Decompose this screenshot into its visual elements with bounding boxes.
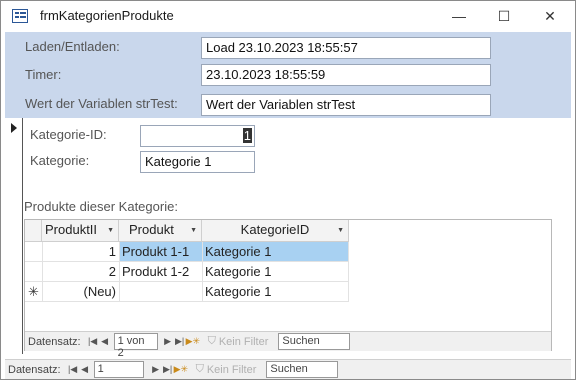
chevron-down-icon: ▼: [337, 227, 344, 234]
title-bar: frmKategorienProdukte — ☐ ✕: [0, 0, 576, 32]
subform-record-number[interactable]: 1 von 2: [113, 333, 158, 359]
filter-icon: ⛉: [195, 363, 204, 375]
table-row[interactable]: 1 Produkt 1-1 Kategorie 1: [25, 242, 349, 262]
produkt-cell[interactable]: [119, 282, 202, 286]
next-record-icon[interactable]: ▶: [150, 364, 162, 375]
kategorieid-cell[interactable]: Kategorie 1: [202, 262, 349, 281]
produktid-cell[interactable]: 2: [42, 262, 119, 281]
close-button[interactable]: ✕: [527, 4, 573, 28]
kategorieid-cell[interactable]: Kategorie 1: [202, 282, 349, 301]
column-header-kategorieid-label: KategorieID: [240, 222, 310, 237]
current-record-arrow-icon: [11, 123, 17, 133]
next-record-icon[interactable]: ▶: [162, 336, 174, 347]
subform-search-input[interactable]: Suchen: [278, 333, 351, 350]
previous-record-icon[interactable]: ◀: [99, 336, 111, 347]
subform-navigation-bar: Datensatz: |◀ ◀ 1 von 2 ▶ ▶| ▶✳ ⛉ Kein F…: [25, 331, 551, 359]
variable-textbox[interactable]: Wert der Variablen strTest: [201, 94, 491, 116]
form-icon: [12, 9, 28, 23]
kategorieid-cell[interactable]: Kategorie 1: [202, 242, 349, 261]
variable-label: Wert der Variablen strTest:: [25, 96, 178, 111]
form-search-input[interactable]: Suchen: [266, 361, 339, 378]
first-record-icon[interactable]: |◀: [67, 364, 79, 375]
category-id-textbox[interactable]: 1: [140, 125, 255, 147]
form-navigation-bar: Datensatz: |◀ ◀ 1 ▶ ▶| ▶✳ ⛉ Kein Filter …: [5, 359, 571, 379]
select-all-corner[interactable]: [25, 220, 42, 242]
maximize-icon: ☐: [497, 7, 511, 24]
new-record-nav-icon[interactable]: ▶✳: [186, 336, 200, 347]
new-record-nav-icon[interactable]: ▶✳: [174, 364, 188, 375]
produktid-cell[interactable]: 1: [42, 242, 119, 261]
filter-icon: ⛉: [207, 335, 216, 347]
last-record-icon[interactable]: ▶|: [162, 364, 174, 375]
form-record-label: Datensatz:: [8, 363, 61, 376]
timer-textbox[interactable]: 23.10.2023 18:55:59: [201, 64, 491, 86]
column-header-produkt-label: Produkt: [129, 222, 174, 237]
chevron-down-icon: ▼: [190, 227, 197, 234]
produkt-cell[interactable]: Produkt 1-2: [119, 262, 202, 281]
load-label: Laden/Entladen:: [25, 39, 120, 54]
column-header-produktid[interactable]: ProduktII ▼: [42, 220, 119, 242]
column-header-produkt[interactable]: Produkt ▼: [119, 220, 202, 242]
category-id-label: Kategorie-ID:: [30, 127, 107, 142]
timer-label: Timer:: [25, 67, 62, 82]
column-header-kategorieid[interactable]: KategorieID ▼: [202, 220, 349, 242]
minimize-button[interactable]: —: [436, 4, 482, 28]
produktid-cell[interactable]: (Neu): [42, 282, 119, 301]
subform-record-label: Datensatz:: [28, 335, 81, 348]
form-filter-status[interactable]: Kein Filter: [207, 364, 257, 376]
subform-label: Produkte dieser Kategorie:: [24, 199, 178, 214]
subform-filter-status[interactable]: Kein Filter: [219, 336, 269, 348]
minimize-icon: —: [452, 8, 466, 24]
maximize-button[interactable]: ☐: [481, 4, 527, 28]
category-id-value: 1: [242, 128, 252, 143]
window-title: frmKategorienProdukte: [40, 8, 174, 23]
chevron-down-icon: ▼: [107, 227, 114, 234]
table-row[interactable]: 2 Produkt 1-2 Kategorie 1: [25, 262, 349, 282]
table-row-new[interactable]: ✳ (Neu) Kategorie 1: [25, 282, 349, 302]
first-record-icon[interactable]: |◀: [87, 336, 99, 347]
products-subform[interactable]: ProduktII ▼ Produkt ▼ KategorieID ▼ 1 Produ…: [24, 219, 552, 359]
record-selector[interactable]: [5, 118, 23, 354]
previous-record-icon[interactable]: ◀: [79, 364, 91, 375]
category-label: Kategorie:: [30, 153, 90, 168]
form-record-number[interactable]: 1: [93, 361, 144, 378]
load-textbox[interactable]: Load 23.10.2023 18:55:57: [201, 37, 491, 59]
last-record-icon[interactable]: ▶|: [174, 336, 186, 347]
category-textbox[interactable]: Kategorie 1: [140, 151, 255, 173]
produkt-cell[interactable]: Produkt 1-1: [119, 242, 202, 261]
new-record-icon: ✳: [28, 284, 39, 299]
close-icon: ✕: [544, 7, 556, 24]
column-header-produktid-label: ProduktII: [45, 222, 98, 237]
